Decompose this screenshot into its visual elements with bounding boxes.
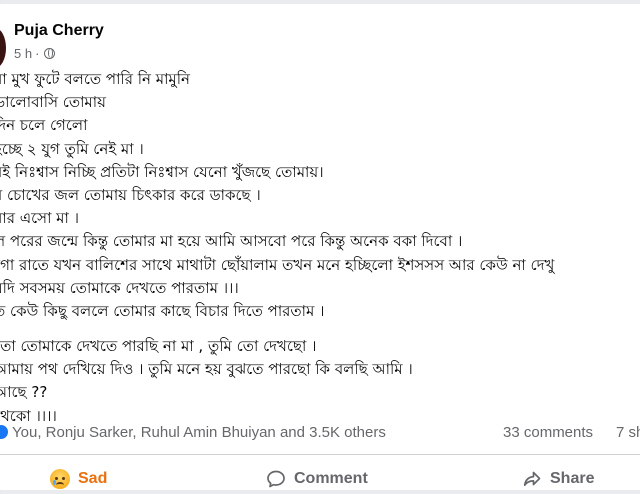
post-line: ভালোবাসি তোমায় [0, 93, 106, 112]
sad-label: Sad [78, 470, 108, 487]
sad-face-icon [50, 469, 70, 489]
post-line: তো তোমাকে দেখতে পারছি না মা , তুমি তো দে… [0, 337, 317, 356]
post-line: আমায় পথ দেখিয়ে দিও । তুমি মনে হয় বুঝত… [0, 360, 413, 379]
comment-label: Comment [294, 470, 368, 487]
post-line: বার এসো মা । [0, 209, 79, 228]
post-line: র চোখের জল তোমায় চিৎকার করে ডাকছে । [0, 185, 261, 204]
avatar[interactable] [0, 28, 6, 68]
meta-separator: · [35, 46, 40, 61]
post-body: মা মুখ ফুটে বলতে পারি নি মামুনি ভালোবাসি… [0, 68, 554, 428]
post-line: ত কেউ কিছু বললে তোমার কাছে বিচার দিতে পা… [0, 301, 325, 320]
post-line: রই নিঃশ্বাস নিচ্ছি প্রতিটা নিঃশ্বাস যেনো… [0, 162, 324, 181]
post-time[interactable]: 5 h [14, 46, 32, 61]
globe-icon[interactable] [44, 48, 56, 59]
share-button[interactable]: Share [522, 466, 594, 492]
share-icon [522, 469, 542, 489]
sad-reaction-button[interactable]: Sad [50, 466, 107, 492]
post-line: যদি সবসময় তোমাকে দেখতে পারতাম ।।। [0, 278, 239, 297]
post-line: মা মুখ ফুটে বলতে পারি নি মামুনি [0, 70, 191, 88]
share-label: Share [550, 470, 595, 487]
post-meta: 5 h · [14, 46, 56, 61]
post-line: ল পরের জন্মে কিন্তু তোমার মা হয়ে আমি আস… [0, 232, 463, 251]
post-line: হচ্ছে ২ যুগ তুমি নেই মা । [0, 139, 144, 158]
reactions-summary[interactable]: You, Ronju Sarker, Ruhul Amin Bhuiyan an… [12, 424, 386, 441]
shares-count[interactable]: 7 sh [616, 424, 640, 441]
post-line: দিন চলে গেলো [0, 116, 88, 135]
author-name[interactable]: Puja Cherry [14, 22, 104, 40]
comment-button[interactable]: Comment [266, 466, 368, 492]
post-line: আছে ?? [0, 383, 48, 402]
comments-count[interactable]: 33 comments [503, 424, 593, 441]
post-line: গো রাতে যখন বালিশের সাথে মাথাটা ছোঁয়ালা… [0, 255, 555, 274]
divider [0, 454, 640, 455]
comment-icon [266, 469, 286, 489]
